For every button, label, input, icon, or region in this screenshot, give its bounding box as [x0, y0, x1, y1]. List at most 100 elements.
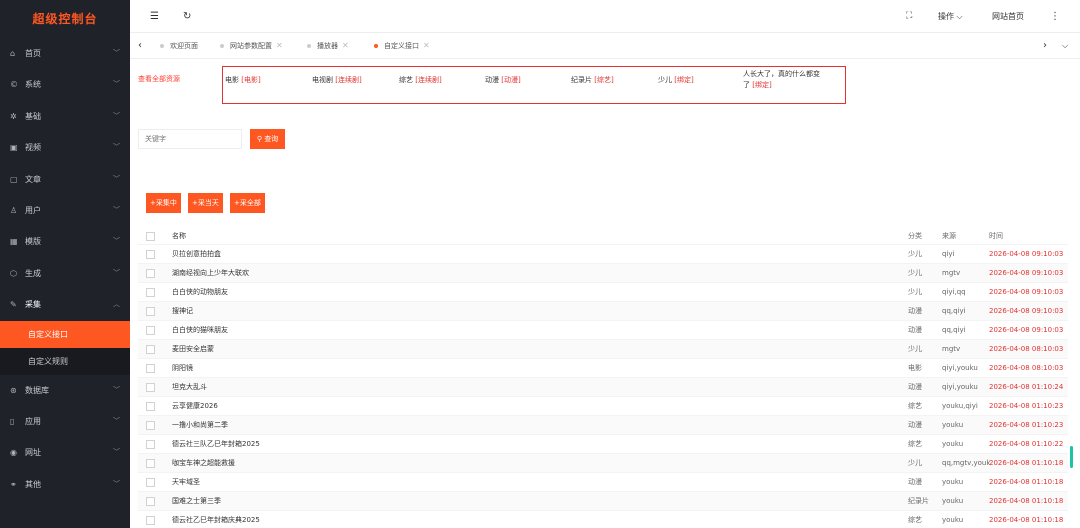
fullscreen-icon[interactable]: ⛶	[906, 0, 912, 33]
row-name[interactable]: 天牢域圣	[172, 473, 200, 492]
row-time: 2026-04-08 01:10:18	[989, 459, 1064, 467]
row-checkbox[interactable]	[146, 326, 155, 335]
category-name: 电视剧	[312, 76, 333, 84]
ops-menu-button[interactable]: 操作 ⌵	[938, 0, 963, 33]
sidebar-item-4[interactable]: ▢ 文章 ﹀	[0, 164, 130, 195]
menu-icon: ⌂	[10, 49, 16, 58]
row-checkbox[interactable]	[146, 421, 155, 430]
row-checkbox[interactable]	[146, 459, 155, 468]
tab-2[interactable]: 播放器 ✕	[307, 33, 349, 59]
category-item-3[interactable]: 动漫 [动漫]	[485, 75, 521, 86]
sidebar-item-label: 应用	[25, 416, 41, 426]
sidebar-item-7[interactable]: ⬡ 生成 ﹀	[0, 258, 130, 289]
row-name[interactable]: 一撸小和尚第二季	[172, 416, 228, 435]
sidebar-item-2-b[interactable]: ◉ 网址 ﹀	[0, 437, 130, 468]
row-checkbox[interactable]	[146, 345, 155, 354]
sidebar-item-5[interactable]: ♙ 用户 ﹀	[0, 195, 130, 226]
category-item-5[interactable]: 少儿 [绑定]	[658, 75, 694, 86]
select-all-checkbox[interactable]	[146, 232, 155, 241]
row-checkbox[interactable]	[146, 402, 155, 411]
sidebar-item-0[interactable]: ⌂ 首页 ﹀	[0, 38, 130, 69]
row-source: qiyi	[942, 250, 955, 258]
tab-next-icon[interactable]: ›	[1035, 33, 1055, 59]
tab-menu-chevron-icon[interactable]: ⌵	[1055, 33, 1075, 59]
category-tag: [连续剧]	[415, 76, 442, 84]
table-row: 一撸小和尚第二季 动漫 youku 2026-04-08 01:10:23	[138, 416, 1068, 435]
close-icon[interactable]: ✕	[342, 41, 349, 50]
category-item-2[interactable]: 综艺 [连续剧]	[399, 75, 442, 86]
row-checkbox[interactable]	[146, 269, 155, 278]
row-checkbox[interactable]	[146, 497, 155, 506]
sidebar-item-6[interactable]: ▦ 模版 ﹀	[0, 226, 130, 257]
sidebar-item-label: 数据库	[25, 385, 49, 395]
row-category: 少儿	[908, 345, 922, 353]
sidebar-item-1-b[interactable]: ▯ 应用 ﹀	[0, 406, 130, 437]
row-checkbox[interactable]	[146, 250, 155, 259]
category-item-6[interactable]: 人长大了，真的什么都变了 [绑定]	[743, 69, 825, 91]
tab-3[interactable]: 自定义接口 ✕	[374, 33, 430, 59]
close-icon[interactable]: ✕	[276, 41, 283, 50]
tab-label: 网站参数配置	[230, 42, 272, 50]
row-checkbox[interactable]	[146, 440, 155, 449]
submenu-item-0[interactable]: 自定义接口	[0, 320, 130, 348]
row-checkbox[interactable]	[146, 516, 155, 525]
row-checkbox[interactable]	[146, 307, 155, 316]
row-name[interactable]: 白白侠的动物朋友	[172, 283, 228, 302]
row-checkbox[interactable]	[146, 383, 155, 392]
menu-toggle-icon[interactable]: ☰	[150, 0, 159, 33]
row-name[interactable]: 国难之士第三季	[172, 492, 221, 511]
table-row: 咖宝车神之超能救援 少儿 qq,mgtv,youku 2026-04-08 01:10…	[138, 454, 1068, 473]
row-name[interactable]: 贝拉创意拍拍盒	[172, 245, 221, 264]
close-icon[interactable]: ✕	[423, 41, 430, 50]
menu-icon: ▯	[10, 416, 15, 426]
search-icon: ⚲	[256, 135, 262, 143]
tab-0[interactable]: 欢迎页面	[160, 33, 198, 59]
sidebar-item-8[interactable]: ✎ 采集 ︿	[0, 289, 130, 320]
sidebar-item-3-b[interactable]: ⚭ 其他 ﹀	[0, 469, 130, 500]
row-name[interactable]: 坦克大乱斗	[172, 378, 207, 397]
site-home-link[interactable]: 网站首页	[992, 0, 1024, 33]
refresh-icon[interactable]: ↻	[183, 0, 191, 33]
row-name[interactable]: 阴阳镜	[172, 359, 193, 378]
sidebar-item-1[interactable]: © 系统 ﹀	[0, 69, 130, 100]
collect-all-button[interactable]: +采全部	[230, 193, 265, 213]
row-category: 综艺	[908, 440, 922, 448]
sidebar-item-0-b[interactable]: ⊛ 数据库 ﹀	[0, 375, 130, 406]
row-name[interactable]: 麦田安全启蒙	[172, 340, 214, 359]
category-name: 动漫	[485, 76, 499, 84]
category-name: 综艺	[399, 76, 413, 84]
row-source: youku	[942, 440, 964, 448]
row-name[interactable]: 搜神记	[172, 302, 193, 321]
row-name[interactable]: 白白侠的猫咪朋友	[172, 321, 228, 340]
sidebar-item-3[interactable]: ▣ 视频 ﹀	[0, 132, 130, 163]
row-checkbox[interactable]	[146, 288, 155, 297]
view-all-resources-link[interactable]: 查看全部资源	[138, 74, 180, 84]
row-time: 2026-04-08 08:10:03	[989, 345, 1064, 353]
submenu-item-1[interactable]: 自定义规则	[0, 348, 130, 375]
keyword-search-input[interactable]	[138, 129, 242, 149]
category-tag: [绑定]	[752, 81, 772, 89]
chevron-down-icon: ﹀	[113, 416, 120, 425]
row-name[interactable]: 咖宝车神之超能救援	[172, 454, 235, 473]
row-name[interactable]: 德云社三队乙巳年封箱2025	[172, 435, 260, 454]
menu-icon: ⊛	[10, 385, 17, 395]
category-item-4[interactable]: 纪录片 [综艺]	[571, 75, 614, 86]
collect-now-button[interactable]: +采集中	[146, 193, 181, 213]
collect-today-button[interactable]: +采当天	[188, 193, 223, 213]
sidebar-item-2[interactable]: ✲ 基础 ﹀	[0, 101, 130, 132]
query-button[interactable]: ⚲ 查询	[250, 129, 285, 149]
tab-1[interactable]: 网站参数配置 ✕	[220, 33, 283, 59]
row-checkbox[interactable]	[146, 478, 155, 487]
header-source: 来源	[942, 232, 956, 240]
category-item-0[interactable]: 电影 [电影]	[225, 75, 261, 86]
category-item-1[interactable]: 电视剧 [连续剧]	[312, 75, 362, 86]
row-checkbox[interactable]	[146, 364, 155, 373]
more-icon[interactable]: ⋮	[1050, 0, 1060, 33]
row-time: 2026-04-08 09:10:03	[989, 307, 1064, 315]
row-name[interactable]: 云享健康2026	[172, 397, 218, 416]
row-name[interactable]: 湖南经视向上少年大联欢	[172, 264, 249, 283]
scrollbar-thumb[interactable]	[1070, 446, 1073, 468]
row-name[interactable]: 德云社乙巳年封箱庆典2025	[172, 511, 260, 528]
tab-prev-icon[interactable]: ‹	[130, 33, 150, 59]
chevron-down-icon: ﹀	[113, 479, 120, 488]
